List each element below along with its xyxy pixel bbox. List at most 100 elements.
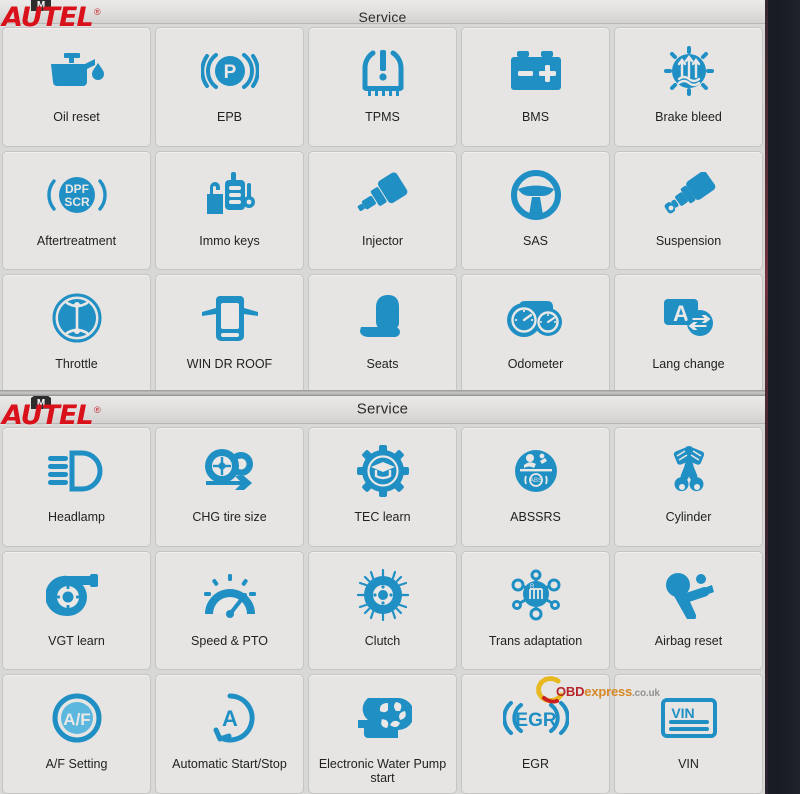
- tile-label: Electronic Water Pump start: [318, 757, 447, 786]
- tile-clutch[interactable]: Clutch: [308, 550, 457, 671]
- car-seat-icon: [345, 287, 421, 349]
- air-fuel-ratio-icon: A/F: [39, 687, 115, 749]
- headlamp-icon: [39, 440, 115, 502]
- tile-label: WIN DR ROOF: [186, 357, 273, 372]
- turbocharger-icon: [39, 564, 115, 626]
- tile-vgt-learn[interactable]: VGT learn: [2, 550, 151, 671]
- tile-cylinder[interactable]: Cylinder: [614, 427, 763, 547]
- tile-label: Clutch: [364, 633, 401, 648]
- tile-label: BMS: [521, 110, 550, 124]
- tile-label: VGT learn: [48, 633, 105, 648]
- tile-trans-adaptation[interactable]: R Trans adaptation: [461, 550, 610, 671]
- battery-icon: [498, 40, 574, 102]
- tile-lang-change[interactable]: A Lang change: [614, 274, 763, 394]
- svg-text:EGR: EGR: [515, 710, 556, 731]
- tile-label: Automatic Start/Stop: [172, 757, 287, 772]
- parking-brake-icon: P: [192, 40, 268, 102]
- odometer-gauges-icon: [498, 287, 574, 349]
- registered-mark: ®: [94, 7, 101, 17]
- language-swap-icon: A: [651, 287, 727, 349]
- abs-srs-icon: ABS: [498, 440, 574, 502]
- svg-text:P: P: [223, 62, 236, 83]
- tile-oil-reset[interactable]: Oil reset: [2, 27, 151, 147]
- tile-odometer[interactable]: Odometer: [461, 274, 610, 394]
- svg-text:ABS: ABS: [529, 478, 541, 484]
- service-function-grid-1: Oil reset P EPB TPMS BMS Brake bleed DPF…: [0, 24, 765, 394]
- panel-seam-divider: [0, 390, 765, 396]
- auto-start-stop-icon: A: [192, 687, 268, 749]
- tile-label: Trans adaptation: [488, 633, 583, 648]
- tile-aftertreatment[interactable]: DPF SCR Aftertreatment: [2, 150, 151, 271]
- tire-size-change-icon: [192, 440, 268, 502]
- tile-suspension[interactable]: Suspension: [614, 150, 763, 271]
- tile-label: ABSSRS: [510, 510, 561, 524]
- tile-label: Airbag reset: [654, 633, 723, 648]
- tile-brake-bleed[interactable]: Brake bleed: [614, 27, 763, 147]
- tile-bms[interactable]: BMS: [461, 27, 610, 147]
- tile-label: Oil reset: [53, 110, 100, 124]
- svg-text:A: A: [673, 301, 689, 326]
- svg-text:SCR: SCR: [64, 195, 90, 209]
- tile-label: Throttle: [55, 357, 98, 372]
- tile-abssrs[interactable]: ABS ABSSRS: [461, 427, 610, 547]
- clutch-disc-icon: [345, 564, 421, 626]
- tile-speed-pto[interactable]: Speed & PTO: [155, 550, 304, 671]
- tile-label: EGR: [521, 757, 550, 772]
- tile-label: Injector: [362, 233, 403, 248]
- tile-label: Brake bleed: [655, 110, 722, 124]
- tile-throttle[interactable]: Throttle: [2, 274, 151, 394]
- tile-label: Aftertreatment: [36, 233, 117, 248]
- throttle-body-icon: [39, 287, 115, 349]
- service-function-grid-2: Headlamp CHG tire size TEC learn ABS ABS…: [0, 424, 765, 794]
- tile-egr[interactable]: EGR EGR: [461, 674, 610, 794]
- tile-electronic-water-pump-start[interactable]: Electronic Water Pump start: [308, 674, 457, 794]
- gear-graduation-icon: [345, 440, 421, 502]
- tile-airbag-reset[interactable]: Airbag reset: [614, 550, 763, 671]
- tile-automatic-start-stop[interactable]: A Automatic Start/Stop: [155, 674, 304, 794]
- egr-valve-icon: EGR: [498, 687, 574, 749]
- tile-injector[interactable]: Injector: [308, 150, 457, 271]
- tile-label: EPB: [216, 110, 242, 124]
- airbag-crash-icon: [651, 564, 727, 626]
- car-doors-roof-icon: [192, 287, 268, 349]
- steering-wheel-icon: [498, 164, 574, 226]
- tile-af-setting[interactable]: A/F A/F Setting: [2, 674, 151, 794]
- dpf-scr-icon: DPF SCR: [39, 164, 115, 226]
- tile-label: A/F Setting: [45, 757, 108, 772]
- oil-can-icon: [39, 40, 115, 102]
- gear-shifter-icon: R: [498, 564, 574, 626]
- tile-label: Lang change: [652, 357, 725, 372]
- tile-tpms[interactable]: TPMS: [308, 27, 457, 147]
- tile-sas[interactable]: SAS: [461, 150, 610, 271]
- immobilizer-key-icon: [192, 164, 268, 226]
- tile-label: TPMS: [365, 110, 400, 124]
- tire-pressure-icon: [345, 40, 421, 102]
- tile-seats[interactable]: Seats: [308, 274, 457, 394]
- service-panel-page-2: Service M AUTEL ® Headlamp CHG tire size…: [0, 394, 765, 794]
- tile-win-dr-roof[interactable]: WIN DR ROOF: [155, 274, 304, 394]
- svg-text:VIN: VIN: [671, 705, 694, 721]
- svg-text:A: A: [222, 706, 238, 731]
- tile-epb[interactable]: P EPB: [155, 27, 304, 147]
- registered-mark: ®: [94, 405, 101, 415]
- piston-rods-icon: [651, 440, 727, 502]
- tile-label: CHG tire size: [192, 510, 267, 524]
- service-panel-page-1: Service M AUTEL ® Oil reset P EPB TPMS B…: [0, 0, 765, 394]
- tile-label: Headlamp: [48, 510, 105, 524]
- tile-label: Cylinder: [665, 510, 712, 524]
- tile-immo-keys[interactable]: Immo keys: [155, 150, 304, 271]
- tile-tec-learn[interactable]: TEC learn: [308, 427, 457, 547]
- tile-label: Seats: [366, 357, 399, 372]
- svg-text:A/F: A/F: [63, 710, 90, 729]
- tile-headlamp[interactable]: Headlamp: [2, 427, 151, 547]
- tile-label: SAS: [522, 233, 548, 248]
- tile-vin[interactable]: VIN VIN: [614, 674, 763, 794]
- shock-absorber-icon: [651, 164, 727, 226]
- vin-plate-icon: VIN: [651, 687, 727, 749]
- app-topbar: Service M AUTEL ®: [0, 394, 765, 429]
- app-topbar: Service M AUTEL ®: [0, 0, 765, 31]
- tile-label: Speed & PTO: [191, 633, 268, 648]
- tile-label: Odometer: [507, 357, 564, 372]
- tile-chg-tire-size[interactable]: CHG tire size: [155, 427, 304, 547]
- svg-text:R: R: [530, 584, 535, 590]
